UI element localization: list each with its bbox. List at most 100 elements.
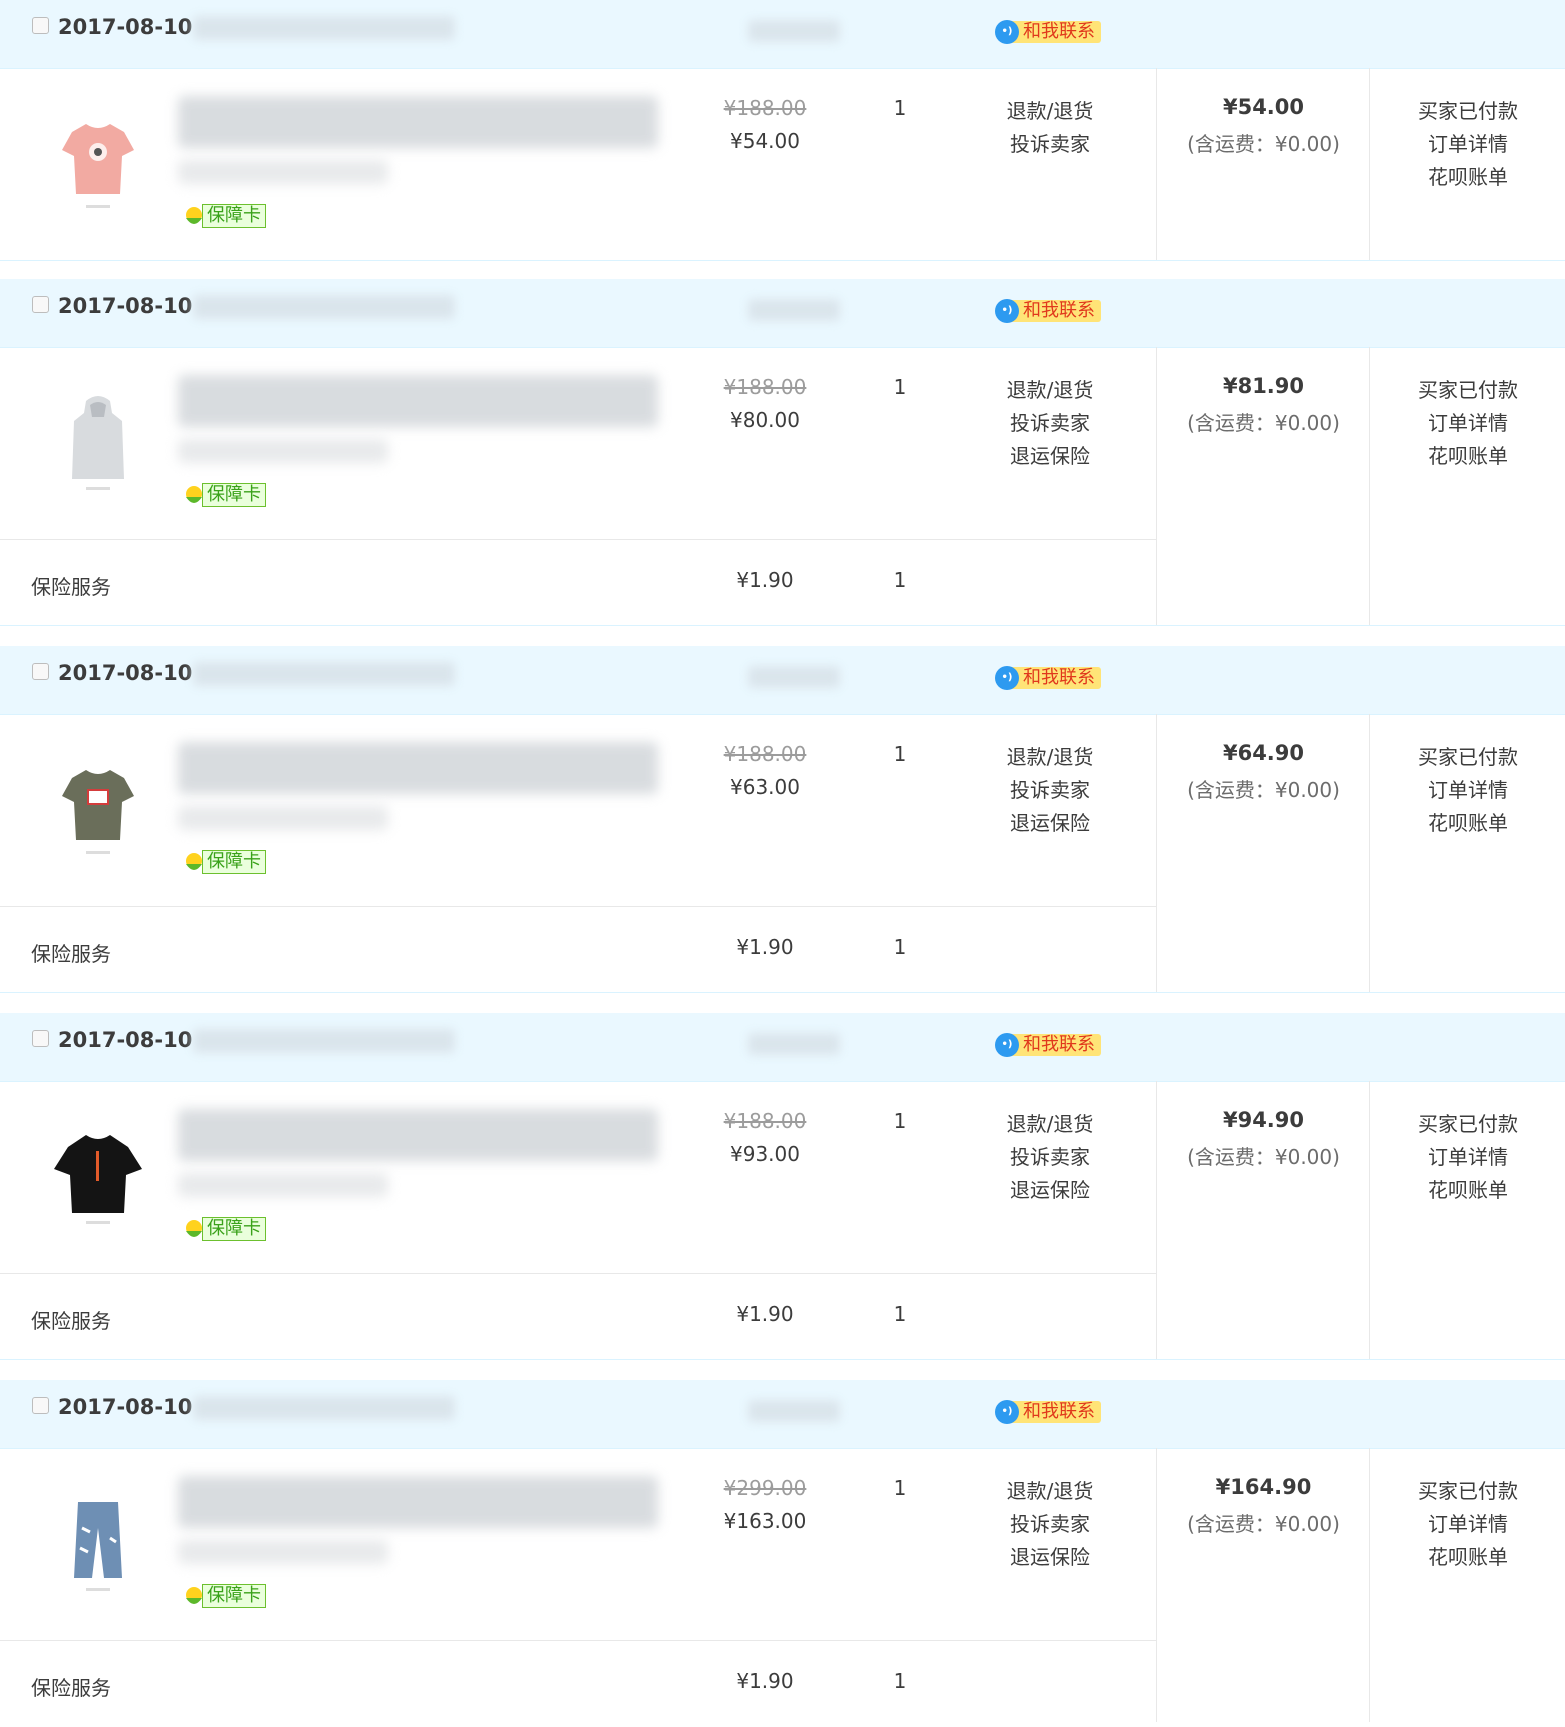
guarantee-card-badge[interactable]: 保障卡 [182,1215,268,1241]
huabei-bill-link[interactable]: 花呗账单 [1370,1541,1565,1574]
unit-price: ¥54.00 [730,129,800,153]
order-number-redacted [193,662,455,686]
order-body: 保障卡 ¥299.00 ¥163.00 1 退款/退货 投诉卖家 退运保险 保险… [0,1448,1565,1722]
shop-name-redacted [748,666,840,688]
order-date: 2017-08-10 [58,1028,193,1052]
order-status-column: 买家已付款 订单详情 花呗账单 [1369,1448,1565,1722]
shipping-note: (含运费：¥0.00) [1187,411,1340,435]
contact-seller-label: 和我联系 [1009,1034,1101,1056]
contact-seller-button[interactable]: •) 和我联系 [995,19,1107,45]
black-tshirt-icon[interactable] [50,1121,146,1231]
order-detail-link[interactable]: 订单详情 [1370,128,1565,161]
huabei-bill-link[interactable]: 花呗账单 [1370,440,1565,473]
order-date: 2017-08-10 [58,15,193,39]
complain-seller-link[interactable]: 投诉卖家 [980,407,1120,440]
contact-seller-button[interactable]: •) 和我联系 [995,1032,1107,1058]
complain-seller-link[interactable]: 投诉卖家 [980,1141,1120,1174]
guarantee-card-label: 保障卡 [202,1584,266,1608]
return-shipping-insurance-link[interactable]: 退运保险 [980,1541,1120,1574]
item-row: 保障卡 ¥188.00 ¥54.00 1 退款/退货 投诉卖家 [0,68,1156,260]
return-shipping-insurance-link[interactable]: 退运保险 [980,807,1120,840]
order-card: 2017-08-10 •) 和我联系 保障卡 [0,279,1565,627]
contact-seller-label: 和我联系 [1009,300,1101,322]
shop-name-redacted [748,1033,840,1055]
order-checkbox[interactable] [32,663,49,680]
order-body: 保障卡 ¥188.00 ¥63.00 1 退款/退货 投诉卖家 退运保险 保险服… [0,714,1565,993]
order-header: 2017-08-10 •) 和我联系 [0,1380,1565,1449]
order-date: 2017-08-10 [58,294,193,318]
guarantee-card-badge[interactable]: 保障卡 [182,481,268,507]
refund-return-link[interactable]: 退款/退货 [980,741,1120,774]
return-shipping-insurance-link[interactable]: 退运保险 [980,440,1120,473]
order-number-redacted [193,16,455,40]
order-checkbox[interactable] [32,1397,49,1414]
insurance-row: 保险服务 ¥1.90 1 [0,1273,1156,1360]
item-sku-redacted [178,160,388,184]
guarantee-card-label: 保障卡 [202,850,266,874]
contact-seller-button[interactable]: •) 和我联系 [995,298,1107,324]
order-header: 2017-08-10 •) 和我联系 [0,646,1565,715]
jeans-icon[interactable] [50,1488,146,1598]
grey-hoodie-vest-icon[interactable] [50,387,146,497]
guarantee-card-badge[interactable]: 保障卡 [182,202,268,228]
guarantee-card-label: 保障卡 [202,483,266,507]
huabei-bill-link[interactable]: 花呗账单 [1370,807,1565,840]
contact-seller-label: 和我联系 [1009,21,1101,43]
order-number-redacted [193,1029,455,1053]
order-checkbox[interactable] [32,17,49,34]
order-number-redacted [193,295,455,319]
order-status-column: 买家已付款 订单详情 花呗账单 [1369,347,1565,625]
refund-return-link[interactable]: 退款/退货 [980,95,1120,128]
order-body: 保障卡 ¥188.00 ¥93.00 1 退款/退货 投诉卖家 退运保险 保险服… [0,1081,1565,1360]
item-actions: 退款/退货 投诉卖家 [980,95,1120,161]
order-card: 2017-08-10 •) 和我联系 保障卡 [0,1013,1565,1361]
order-total-column: ¥64.90 (含运费：¥0.00) [1156,714,1370,992]
olive-tshirt-icon[interactable] [50,754,146,864]
order-checkbox[interactable] [32,296,49,313]
order-detail-link[interactable]: 订单详情 [1370,1141,1565,1174]
order-detail-link[interactable]: 订单详情 [1370,1508,1565,1541]
complain-seller-link[interactable]: 投诉卖家 [980,774,1120,807]
chat-bubble-icon: •) [995,1033,1019,1057]
pink-tshirt-icon[interactable] [50,108,146,218]
order-status-text: 买家已付款 [1418,1112,1518,1136]
unit-price: ¥80.00 [730,408,800,432]
complain-seller-link[interactable]: 投诉卖家 [980,128,1120,161]
item-title-redacted [178,375,658,427]
insurance-quantity: 1 [893,1302,907,1326]
item-title-redacted [178,742,658,794]
item-actions: 退款/退货 投诉卖家 退运保险 [980,1475,1120,1574]
insurance-label: 保险服务 [31,1676,111,1700]
guarantee-card-label: 保障卡 [202,204,266,228]
order-date: 2017-08-10 [58,1395,193,1419]
guarantee-card-badge[interactable]: 保障卡 [182,1582,268,1608]
complain-seller-link[interactable]: 投诉卖家 [980,1508,1120,1541]
chat-bubble-icon: •) [995,666,1019,690]
insurance-quantity: 1 [893,935,907,959]
order-detail-link[interactable]: 订单详情 [1370,407,1565,440]
order-status-column: 买家已付款 订单详情 花呗账单 [1369,68,1565,260]
original-price: ¥188.00 [723,375,807,399]
order-detail-link[interactable]: 订单详情 [1370,774,1565,807]
shop-name-redacted [748,299,840,321]
refund-return-link[interactable]: 退款/退货 [980,374,1120,407]
insurance-price: ¥1.90 [736,1302,794,1326]
order-total: ¥64.90 [1222,741,1305,765]
return-shipping-insurance-link[interactable]: 退运保险 [980,1174,1120,1207]
item-quantity: 1 [893,1476,907,1500]
refund-return-link[interactable]: 退款/退货 [980,1475,1120,1508]
unit-price: ¥163.00 [723,1509,807,1533]
refund-return-link[interactable]: 退款/退货 [980,1108,1120,1141]
contact-seller-button[interactable]: •) 和我联系 [995,1399,1107,1425]
huabei-bill-link[interactable]: 花呗账单 [1370,1174,1565,1207]
guarantee-card-badge[interactable]: 保障卡 [182,848,268,874]
item-actions: 退款/退货 投诉卖家 退运保险 [980,374,1120,473]
huabei-bill-link[interactable]: 花呗账单 [1370,161,1565,194]
item-row: 保障卡 ¥299.00 ¥163.00 1 退款/退货 投诉卖家 退运保险 [0,1448,1156,1640]
insurance-quantity: 1 [893,1669,907,1693]
contact-seller-button[interactable]: •) 和我联系 [995,665,1107,691]
insurance-price: ¥1.90 [736,1669,794,1693]
item-sku-redacted [178,1540,388,1564]
shipping-note: (含运费：¥0.00) [1187,132,1340,156]
order-checkbox[interactable] [32,1030,49,1047]
